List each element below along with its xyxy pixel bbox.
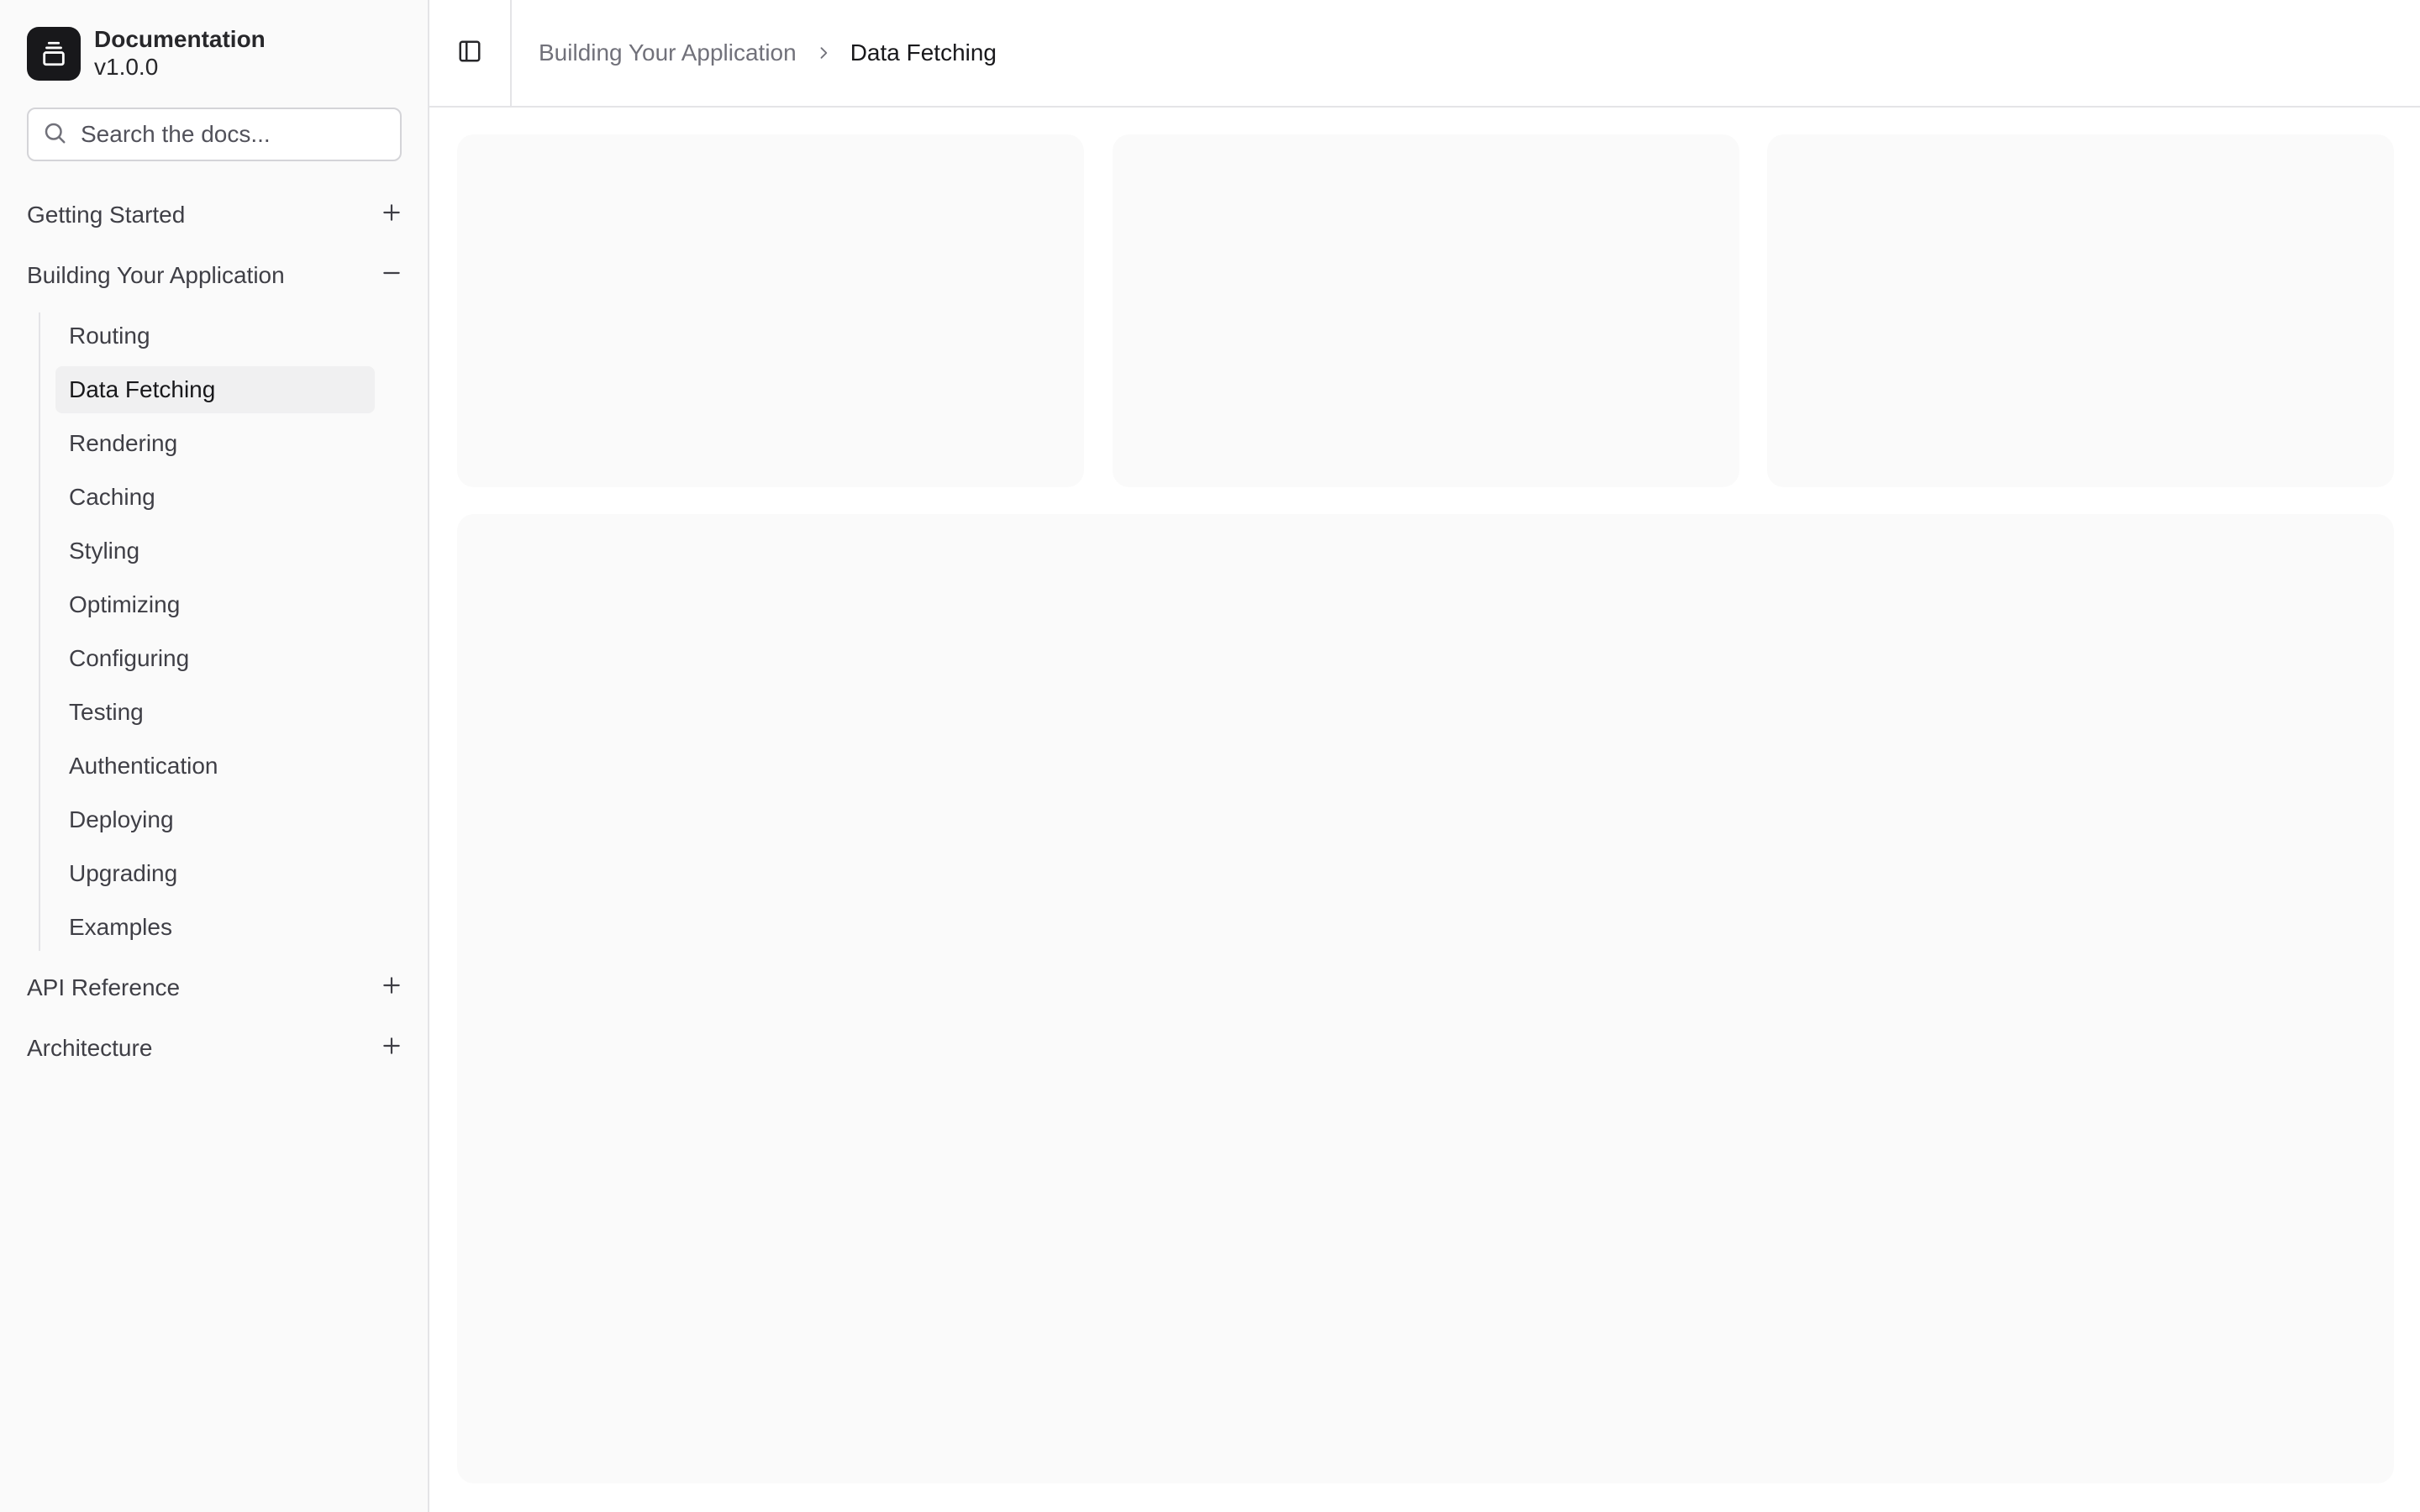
- nav-group-architecture[interactable]: Architecture: [0, 1018, 429, 1079]
- plus-icon[interactable]: [381, 202, 402, 229]
- sidebar: Documentation v1.0.0 Getting Started: [0, 0, 429, 1512]
- content-area: [457, 134, 2394, 1483]
- minus-icon[interactable]: [381, 262, 402, 290]
- sidebar-item-upgrading[interactable]: Upgrading: [55, 850, 375, 897]
- placeholder-card: [1767, 134, 2394, 487]
- brand-text: Documentation v1.0.0: [94, 26, 266, 81]
- nav-group-label: Getting Started: [27, 202, 186, 228]
- breadcrumb-current: Data Fetching: [850, 39, 997, 66]
- sidebar-toggle-icon: [457, 39, 482, 68]
- sidebar-item-routing[interactable]: Routing: [55, 312, 375, 360]
- sidebar-toggle-button[interactable]: [429, 0, 512, 106]
- plus-icon[interactable]: [381, 1035, 402, 1063]
- nav-group-getting-started[interactable]: Getting Started: [0, 185, 429, 245]
- main-content: Building Your Application Data Fetching: [429, 0, 2420, 1512]
- breadcrumb-parent-link[interactable]: Building Your Application: [539, 39, 797, 66]
- nav-submenu: Routing Data Fetching Rendering Caching …: [39, 312, 429, 951]
- sidebar-item-data-fetching[interactable]: Data Fetching: [55, 366, 375, 413]
- search-input[interactable]: [79, 120, 381, 149]
- placeholder-panel: [457, 514, 2394, 1483]
- chevron-right-icon: [815, 45, 832, 61]
- nav-group-label: API Reference: [27, 974, 181, 1000]
- sidebar-item-styling[interactable]: Styling: [55, 528, 375, 575]
- brand-title: Documentation: [94, 26, 266, 53]
- nav-group-label: Building Your Application: [27, 262, 285, 288]
- sidebar-nav: Getting Started Building Your Applicatio…: [0, 185, 429, 1079]
- sidebar-item-optimizing[interactable]: Optimizing: [55, 581, 375, 628]
- brand-version: v1.0.0: [94, 54, 159, 80]
- nav-group-building-your-application[interactable]: Building Your Application: [0, 245, 429, 306]
- plus-icon[interactable]: [381, 974, 402, 1002]
- breadcrumb: Building Your Application Data Fetching: [539, 39, 997, 66]
- sidebar-item-rendering[interactable]: Rendering: [55, 420, 375, 467]
- sidebar-item-authentication[interactable]: Authentication: [55, 743, 375, 790]
- sidebar-item-deploying[interactable]: Deploying: [55, 796, 375, 843]
- nav-group-label: Architecture: [27, 1035, 153, 1061]
- layers-icon: [27, 27, 81, 81]
- sidebar-item-configuring[interactable]: Configuring: [55, 635, 375, 682]
- placeholder-card: [457, 134, 1084, 487]
- placeholder-card: [1112, 134, 1739, 487]
- app-root: Documentation v1.0.0 Getting Started: [0, 0, 2420, 1512]
- sidebar-item-testing[interactable]: Testing: [55, 689, 375, 736]
- card-row: [457, 134, 2394, 487]
- sidebar-item-caching[interactable]: Caching: [55, 474, 375, 521]
- topbar: Building Your Application Data Fetching: [429, 0, 2420, 108]
- sidebar-item-examples[interactable]: Examples: [55, 904, 375, 951]
- search-box[interactable]: [27, 108, 402, 161]
- search-icon: [42, 120, 67, 150]
- nav-group-api-reference[interactable]: API Reference: [0, 958, 429, 1018]
- brand[interactable]: Documentation v1.0.0: [27, 26, 266, 81]
